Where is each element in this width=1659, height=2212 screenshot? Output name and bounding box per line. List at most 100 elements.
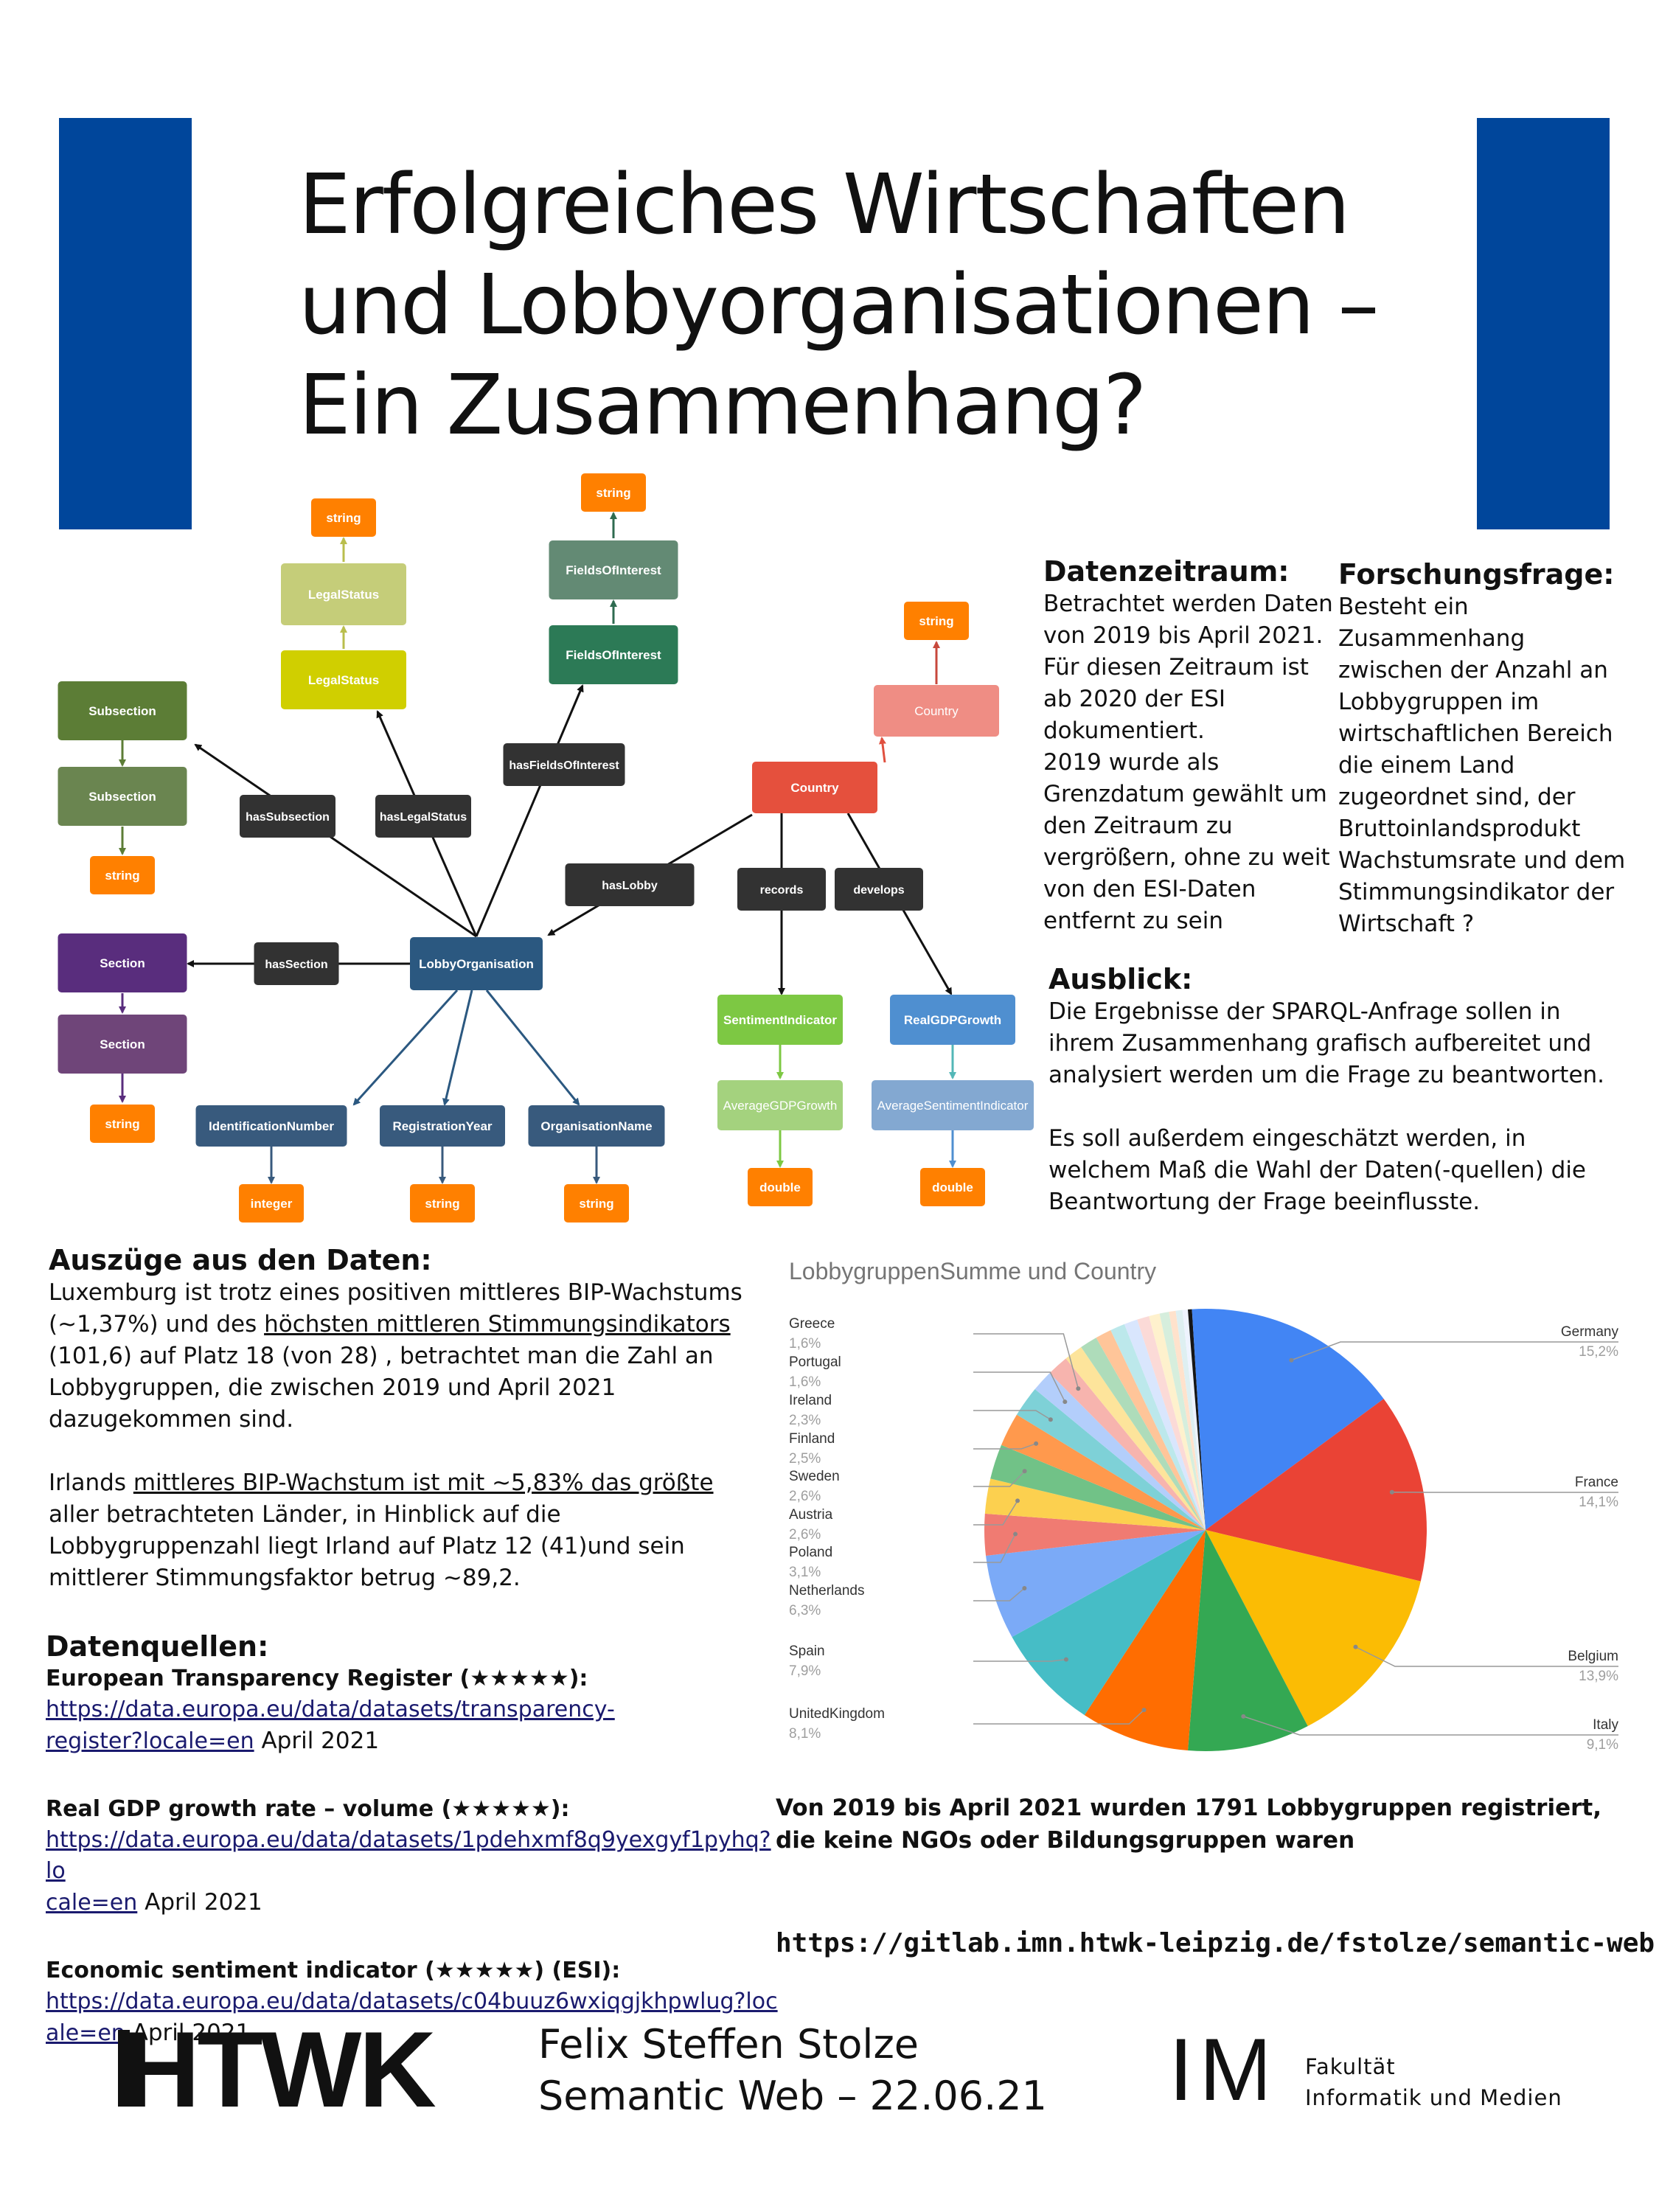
repo-url-link[interactable]: https://gitlab.imn.htwk-leipzig.de/fstol… [776, 1928, 1655, 1958]
node-label: hasSection [265, 959, 327, 971]
pie-label-name: France [1575, 1475, 1618, 1490]
source-date: April 2021 [137, 1889, 262, 1916]
text-line: ab 2020 der ESI [1043, 686, 1226, 712]
pie-chart: LobbygruppenSumme und Country Germany 15,… [789, 1258, 1618, 1753]
pie-label-value: 2,6% [789, 1527, 821, 1543]
text-line: Zusammenhang [1338, 625, 1526, 652]
node-label: IdentificationNumber [209, 1119, 334, 1133]
text-line: Beantwortung der Frage beeinflusste. [1048, 1189, 1481, 1215]
node-label: LegalStatus [308, 673, 379, 687]
text-line: aller betrachteten Länder, in Hinblick a… [49, 1501, 561, 1528]
node-label: AverageSentimentIndicator [877, 1099, 1029, 1113]
htwk-logo-graphic: HTWK [118, 2009, 439, 2129]
auszuege-paragraph-2: Irlands mittleres BIP-Wachstum ist mit ~… [49, 1467, 749, 1594]
node-label: LegalStatus [308, 588, 379, 602]
text-line: Besteht ein [1338, 594, 1469, 620]
pie-leader-dot [1141, 1708, 1147, 1713]
source-link[interactable]: https://data.europa.eu/data/datasets/1pd… [46, 1825, 783, 1887]
text-line: welchem Maß die Wahl der Daten(-quellen)… [1048, 1157, 1586, 1183]
node-label: AverageGDPGrowth [723, 1099, 838, 1113]
diagram-node: LobbyOrganisation [410, 937, 543, 990]
diagram-node: LegalStatus [281, 563, 406, 625]
chart-title: LobbygruppenSumme und Country [789, 1258, 1156, 1284]
text-line: Lobbygruppen im [1338, 689, 1540, 715]
right-blue-bar [1477, 118, 1610, 529]
poster-title: Erfolgreiches Wirtschaften und Lobbyorga… [299, 155, 1449, 456]
source-link[interactable]: https://data.europa.eu/data/datasets/c04… [46, 1986, 783, 2017]
faculty-block: Fakultät Informatik und Medien [1305, 2051, 1562, 2113]
source-link[interactable]: register?locale=en [46, 1728, 254, 1754]
forschungsfrage-text: Besteht ein Zusammenhang zwischen der An… [1338, 591, 1648, 940]
diagram-node: LegalStatus [281, 650, 406, 709]
source-name: European Transparency Register (★★★★★): [46, 1666, 588, 1691]
node-label: Subsection [88, 704, 156, 718]
pie-label-value: 3,1% [789, 1565, 821, 1580]
source-link[interactable]: cale=en [46, 1890, 137, 1916]
pie-leader-dot [1241, 1714, 1246, 1719]
text-line: (101,6) auf Platz 18 (von 28) , betracht… [49, 1343, 714, 1369]
diagram-node: string [564, 1184, 629, 1222]
pie-label-value: 6,3% [789, 1603, 821, 1618]
auszuege-section: Auszüge aus den Daten: Luxemburg ist tro… [49, 1243, 749, 1594]
datenzeitraum-heading: Datenzeitraum: [1043, 555, 1290, 588]
underlined-text: höchsten mittleren Stimmungsindikators [264, 1311, 731, 1338]
pie-leader-dot [1022, 1585, 1027, 1590]
diagram-node: Section [58, 933, 187, 992]
pie-label-name: Belgium [1568, 1649, 1618, 1664]
pie-label-name: Finland [789, 1431, 835, 1447]
text-line: Lobbygruppen, die zwischen 2019 und Apri… [49, 1374, 616, 1401]
node-label: string [105, 869, 139, 883]
source-link[interactable]: https://data.europa.eu/data/datasets/tra… [46, 1694, 783, 1725]
diagram-node: FieldsOfInterest [549, 540, 678, 599]
text-line: wirtschaftlichen Bereich [1338, 720, 1613, 747]
im-logo: IM [1169, 2020, 1273, 2119]
title-line-3: Ein Zusammenhang? [299, 358, 1147, 453]
datenquellen-heading: Datenquellen: [46, 1630, 269, 1663]
datenquellen-section: Datenquellen: European Transparency Regi… [46, 1630, 783, 2049]
node-label: hasFieldsOfInterest [509, 759, 619, 772]
diagram-edge-label: hasLegalStatus [375, 795, 471, 838]
pie-label-value: 1,6% [789, 1374, 821, 1390]
node-label: SentimentIndicator [723, 1013, 837, 1027]
text-line: Wirtschaft ? [1338, 911, 1475, 937]
text-line: Lobbygruppenzahl liegt Irland auf Platz … [49, 1533, 685, 1559]
node-label: string [326, 511, 361, 525]
source-date: April 2021 [254, 1728, 380, 1754]
node-label: string [425, 1197, 459, 1211]
node-label: RealGDPGrowth [904, 1013, 1001, 1027]
diagram-node: string [410, 1184, 475, 1222]
diagram-edge-label: hasSubsection [240, 795, 335, 838]
im-logo-graphic: IM [1169, 2020, 1273, 2119]
text-line: von den ESI-Daten [1043, 876, 1256, 902]
source-item: Real GDP growth rate – volume (★★★★★): h… [46, 1794, 783, 1919]
node-label: Country [914, 704, 959, 718]
source-link[interactable]: ale=en [46, 2020, 125, 2046]
diagram-node: AverageGDPGrowth [717, 1080, 843, 1130]
htwk-logo: HTWK [118, 2009, 479, 2129]
diagram-node: OrganisationName [528, 1105, 665, 1147]
auszuege-heading: Auszüge aus den Daten: [49, 1244, 432, 1276]
diagram-node: string [581, 473, 646, 512]
diagram-arrow [485, 990, 580, 1106]
faculty-line: Informatik und Medien [1305, 2085, 1562, 2110]
ontology-diagram: string LegalStatus LegalStatus string Fields… [58, 473, 1034, 1222]
text-line: Es soll außerdem eingeschätzt werden, in [1048, 1125, 1526, 1152]
diagram-node: Section [58, 1015, 187, 1074]
node-label: Section [100, 1037, 145, 1051]
node-label: LobbyOrganisation [419, 957, 534, 971]
diagram-node: integer [239, 1184, 304, 1222]
datenzeitraum-section: Datenzeitraum: Betrachtet werden Daten v… [1043, 554, 1353, 937]
node-label: string [919, 614, 953, 628]
pie-leader-dot [1034, 1441, 1039, 1446]
pie-label-name: Italy [1593, 1717, 1618, 1733]
node-label: double [932, 1180, 973, 1194]
pie-label-value: 2,5% [789, 1451, 821, 1467]
footer-author-block: Felix Steffen Stolze Semantic Web – 22.0… [538, 2019, 1047, 2122]
diagram-node: Subsection [58, 767, 187, 826]
source-item: European Transparency Register (★★★★★): … [46, 1663, 783, 1757]
text-line: den Zeitraum zu [1043, 813, 1233, 839]
diagram-node: string [311, 498, 376, 537]
diagram-node: IdentificationNumber [195, 1105, 347, 1147]
text-line: Grenzdatum gewählt um [1043, 781, 1327, 807]
text-line: von 2019 bis April 2021. [1043, 622, 1324, 649]
